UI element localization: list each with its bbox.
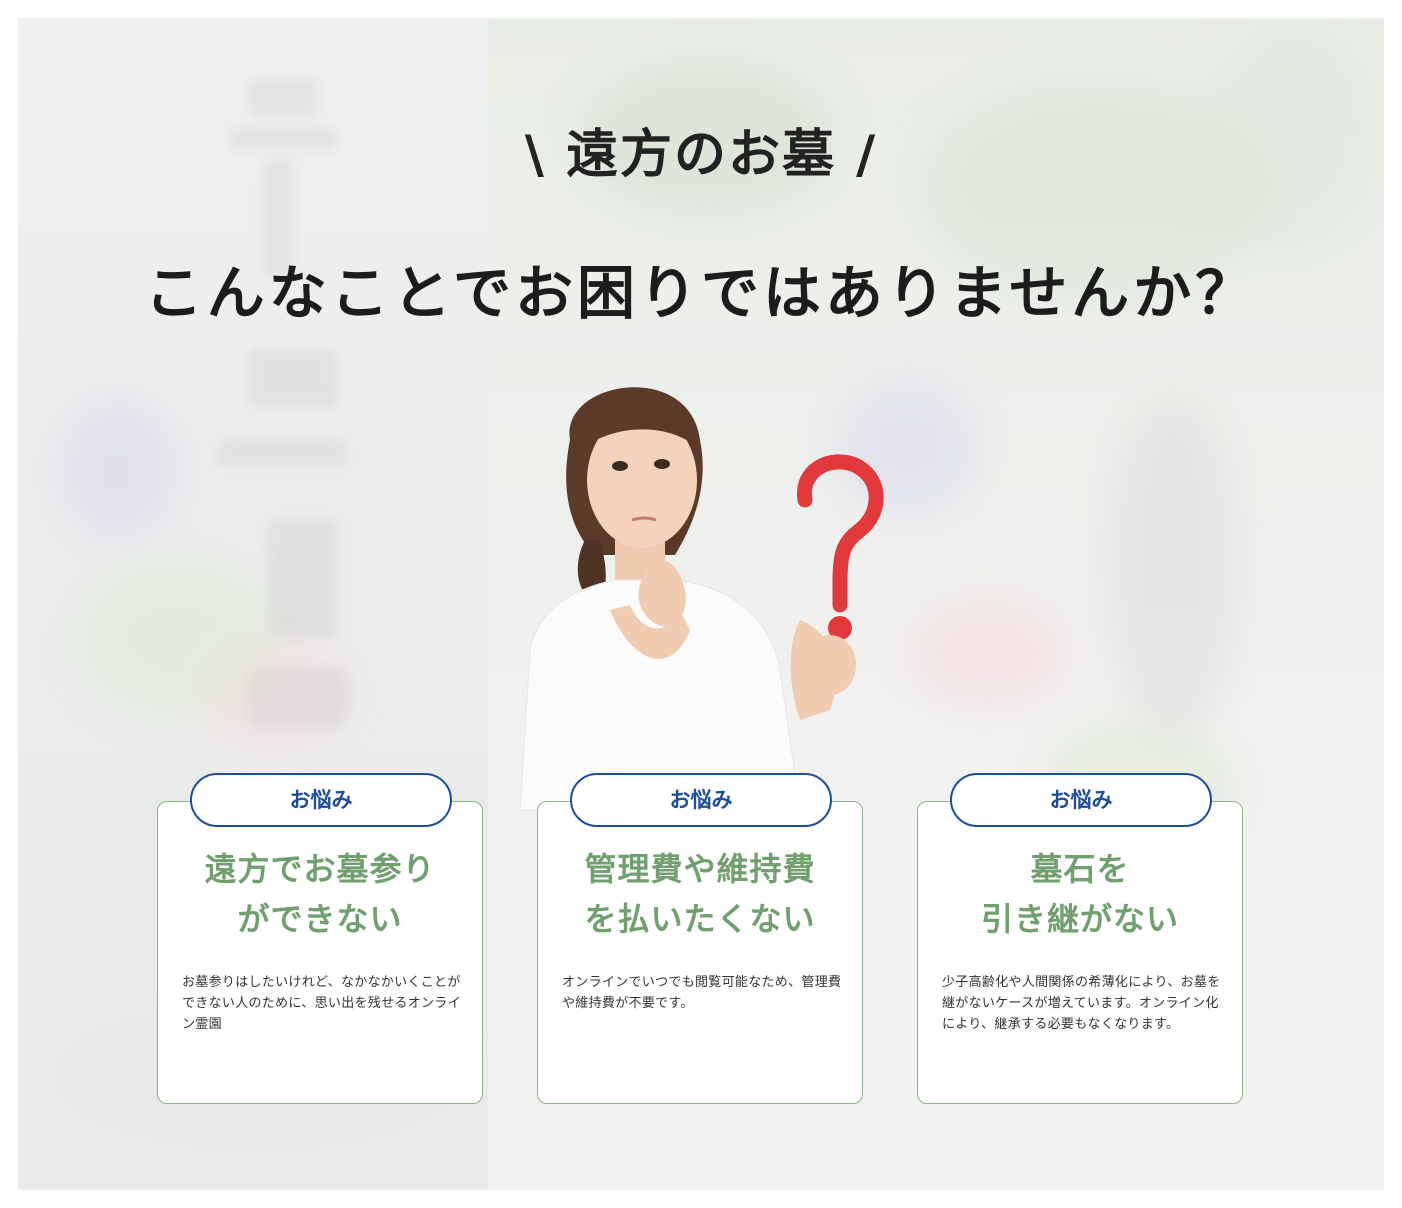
concern-description: 少子高齢化や人間関係の希薄化により、お墓を継がないケースが増えています。オンライ…: [942, 975, 1221, 1032]
concern-card: お悩み 管理費や維持費 を払いたくない オンラインでいつでも閲覧可能なため、管理…: [537, 773, 863, 1104]
concern-tag: お悩み: [570, 773, 832, 827]
concern-card: お悩み 墓石を 引き継がない 少子高齢化や人間関係の希薄化により、お墓を継がない…: [917, 773, 1243, 1104]
concern-description: オンラインでいつでも閲覧可能なため、管理費や維持費が不要です。: [562, 975, 842, 1011]
concern-title: 管理費や維持費 を払いたくない: [538, 844, 862, 944]
concern-tag: お悩み: [190, 773, 452, 827]
concern-title-line: 引き継がない: [980, 900, 1179, 938]
concern-title: 墓石を 引き継がない: [918, 844, 1242, 944]
concern-card: お悩み 遠方でお墓参り ができない お墓参りはしたいけれど、なかなかいくことがで…: [157, 773, 483, 1104]
concern-title-line: ができない: [237, 900, 403, 938]
concern-tag: お悩み: [950, 773, 1212, 827]
concern-description: お墓参りはしたいけれど、なかなかいくことができない人のために、思い出を残せるオン…: [182, 975, 461, 1032]
section-kicker: \ 遠方のお墓 /: [524, 125, 878, 185]
concern-title: 遠方でお墓参り ができない: [158, 844, 482, 944]
woman-question-illustration: [519, 387, 884, 810]
concern-title-line: 墓石を: [1030, 850, 1130, 888]
concern-title-line: 遠方でお墓参り: [204, 850, 436, 888]
concern-title-line: 管理費や維持費: [584, 850, 816, 888]
section-headline: こんなことでお困りではありませんか？: [144, 259, 1258, 327]
concern-title-line: を払いたくない: [584, 900, 816, 938]
